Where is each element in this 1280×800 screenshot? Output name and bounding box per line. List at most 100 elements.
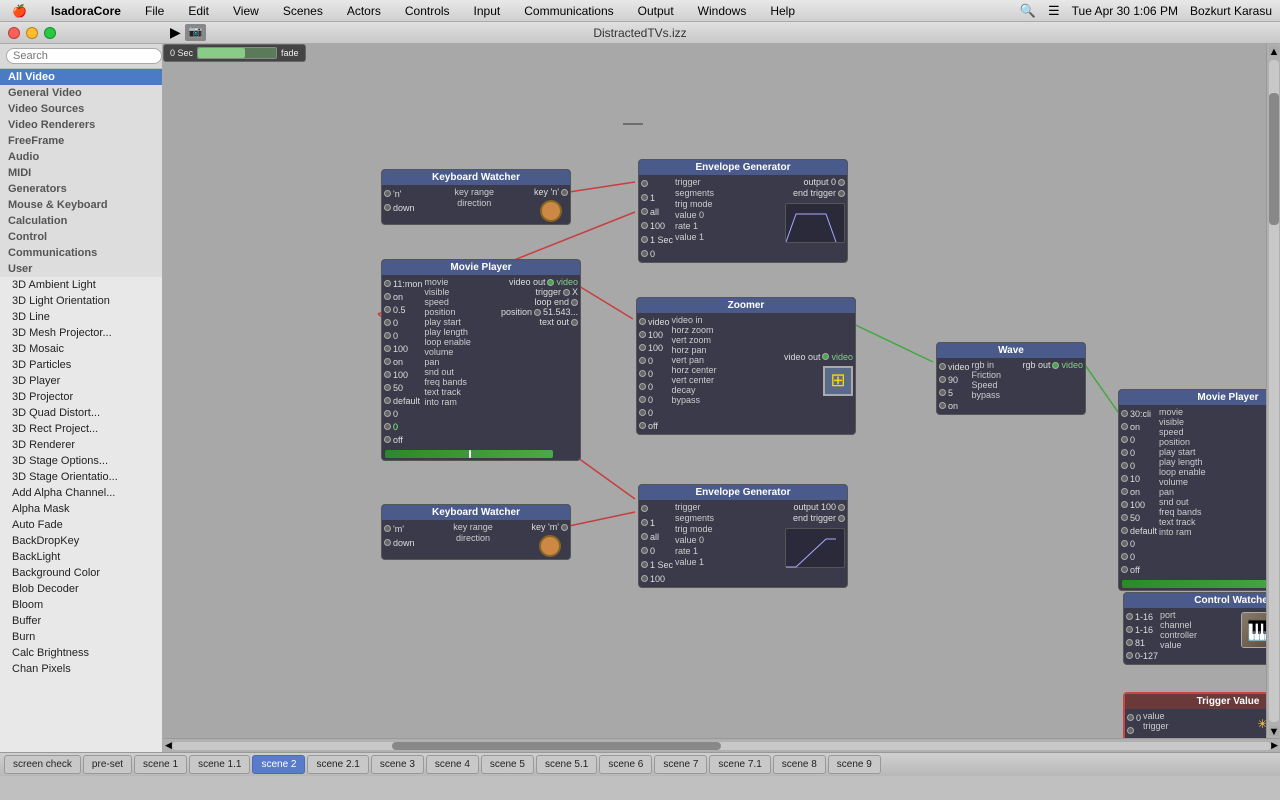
node-envelope-gen-1[interactable]: Envelope Generator 1 all 100 1 Sec 0 tri… xyxy=(638,159,848,263)
port-dot-out xyxy=(822,353,829,360)
vscroll-up-arrow[interactable]: ▲ xyxy=(1269,46,1279,56)
sidebar-item-4[interactable]: 3D Mosaic xyxy=(0,341,162,357)
canvas-vscroll[interactable]: ▲ ▼ xyxy=(1266,44,1280,738)
menu-communications[interactable]: Communications xyxy=(520,2,617,20)
toolbar-icon-2[interactable]: 📷 xyxy=(185,24,207,41)
scene-tab-scene1[interactable]: scene 1 xyxy=(134,755,187,774)
node-movie-player-1[interactable]: Movie Player 11:mon on 0.5 0 0 100 on 10… xyxy=(381,259,581,461)
node-wave[interactable]: Wave video 90 5 on rgb in Friction Speed xyxy=(936,342,1086,415)
rotary-knob[interactable] xyxy=(539,535,561,557)
menu-actors[interactable]: Actors xyxy=(343,2,385,20)
canvas-area[interactable]: 0 Sec fade Keyboard Watcher 'n' down xyxy=(163,44,1266,738)
sidebar-item-1[interactable]: 3D Light Orientation xyxy=(0,293,162,309)
menu-edit[interactable]: Edit xyxy=(184,2,213,20)
sidebar-category-generalvideo[interactable]: General Video xyxy=(0,85,162,101)
sidebar-item-6[interactable]: 3D Player xyxy=(0,373,162,389)
sidebar-category-communications[interactable]: Communications xyxy=(0,245,162,261)
scene-tab-scene4[interactable]: scene 4 xyxy=(426,755,479,774)
canvas-hscroll[interactable]: ◀ ▶ xyxy=(163,738,1280,752)
sidebar-category-midi[interactable]: MIDI xyxy=(0,165,162,181)
sidebar-item-3[interactable]: 3D Mesh Projector... xyxy=(0,325,162,341)
minimize-button[interactable] xyxy=(26,27,38,39)
sidebar-item-10[interactable]: 3D Renderer xyxy=(0,437,162,453)
hscroll-thumb[interactable] xyxy=(392,742,722,750)
sidebar-category-user[interactable]: User xyxy=(0,261,162,277)
menu-app[interactable]: IsadoraCore xyxy=(47,2,125,20)
menu-input[interactable]: Input xyxy=(470,2,505,20)
sidebar-item-23[interactable]: Calc Brightness xyxy=(0,645,162,661)
sidebar-item-16[interactable]: BackDropKey xyxy=(0,533,162,549)
text-track-label: text track xyxy=(424,387,499,397)
sidebar-item-7[interactable]: 3D Projector xyxy=(0,389,162,405)
node-title: Wave xyxy=(937,343,1085,358)
vscroll-thumb[interactable] xyxy=(1269,93,1279,225)
node-keyboard-watcher-1[interactable]: Keyboard Watcher 'n' down key range dire… xyxy=(381,169,571,225)
sidebar-item-0[interactable]: 3D Ambient Light xyxy=(0,277,162,293)
search-icon[interactable]: 🔍 xyxy=(1020,3,1036,19)
menu-output[interactable]: Output xyxy=(634,2,678,20)
scene-tab-scene11[interactable]: scene 1.1 xyxy=(189,755,250,774)
rotary-knob[interactable] xyxy=(540,200,562,222)
search-input[interactable] xyxy=(6,48,162,64)
sidebar-item-9[interactable]: 3D Rect Project... xyxy=(0,421,162,437)
sidebar-item-14[interactable]: Alpha Mask xyxy=(0,501,162,517)
sidebar-category-generators[interactable]: Generators xyxy=(0,181,162,197)
sidebar-category-videosources[interactable]: Video Sources xyxy=(0,101,162,117)
sidebar-item-11[interactable]: 3D Stage Options... xyxy=(0,453,162,469)
datetime-display: Tue Apr 30 1:06 PM xyxy=(1072,4,1178,18)
sidebar-item-19[interactable]: Blob Decoder xyxy=(0,581,162,597)
menu-view[interactable]: View xyxy=(229,2,263,20)
sidebar-item-2[interactable]: 3D Line xyxy=(0,309,162,325)
scene-tab-scene3[interactable]: scene 3 xyxy=(371,755,424,774)
sidebar-category-control[interactable]: Control xyxy=(0,229,162,245)
scene-tab-scene9[interactable]: scene 9 xyxy=(828,755,881,774)
menu-list-icon[interactable]: ☰ xyxy=(1048,3,1060,19)
sidebar-category-calculation[interactable]: Calculation xyxy=(0,213,162,229)
apple-menu[interactable]: 🍎 xyxy=(8,2,31,20)
sidebar-item-20[interactable]: Bloom xyxy=(0,597,162,613)
scene-tab-scene7[interactable]: scene 7 xyxy=(654,755,707,774)
sidebar-category-videorenderers[interactable]: Video Renderers xyxy=(0,117,162,133)
node-movie-player-2[interactable]: Movie Player 30:cli on 0 0 0 10 on 100 5… xyxy=(1118,389,1266,591)
scene-tab-scene6[interactable]: scene 6 xyxy=(599,755,652,774)
maximize-button[interactable] xyxy=(44,27,56,39)
scene-tab-scene21[interactable]: scene 2.1 xyxy=(307,755,368,774)
scene-tab-scene8[interactable]: scene 8 xyxy=(773,755,826,774)
sidebar-scroll[interactable]: All Video General Video Video Sources Vi… xyxy=(0,69,162,752)
close-button[interactable] xyxy=(8,27,20,39)
sidebar-category-freeframe[interactable]: FreeFrame xyxy=(0,133,162,149)
sidebar-item-12[interactable]: 3D Stage Orientatio... xyxy=(0,469,162,485)
hscroll-left-arrow[interactable]: ◀ xyxy=(165,740,172,751)
menu-scenes[interactable]: Scenes xyxy=(279,2,327,20)
node-trigger-value[interactable]: Trigger Value 0 value trigger ✳ xyxy=(1123,692,1266,738)
node-envelope-gen-2[interactable]: Envelope Generator 1 all 0 1 Sec 100 tri… xyxy=(638,484,848,588)
sidebar-item-13[interactable]: Add Alpha Channel... xyxy=(0,485,162,501)
sidebar-item-15[interactable]: Auto Fade xyxy=(0,517,162,533)
toolbar-icon-1[interactable]: ▶ xyxy=(170,24,181,41)
scene-tab-scene51[interactable]: scene 5.1 xyxy=(536,755,597,774)
sidebar-category-mousekeyboard[interactable]: Mouse & Keyboard xyxy=(0,197,162,213)
menu-file[interactable]: File xyxy=(141,2,168,20)
node-control-watcher[interactable]: Control Watcher 1-16 1-16 81 0-127 port … xyxy=(1123,592,1266,665)
sidebar-item-24[interactable]: Chan Pixels xyxy=(0,661,162,677)
scene-tab-preset[interactable]: pre-set xyxy=(83,755,132,774)
node-keyboard-watcher-2[interactable]: Keyboard Watcher 'm' down key range dire… xyxy=(381,504,571,560)
menu-windows[interactable]: Windows xyxy=(694,2,751,20)
scene-tab-scene5[interactable]: scene 5 xyxy=(481,755,534,774)
sidebar-item-17[interactable]: BackLight xyxy=(0,549,162,565)
scene-tab-screencheck[interactable]: screen check xyxy=(4,755,81,774)
scene-tab-scene71[interactable]: scene 7.1 xyxy=(709,755,770,774)
scene-tab-scene2[interactable]: scene 2 xyxy=(252,755,305,774)
sidebar-item-5[interactable]: 3D Particles xyxy=(0,357,162,373)
sidebar-item-21[interactable]: Buffer xyxy=(0,613,162,629)
sidebar-item-18[interactable]: Background Color xyxy=(0,565,162,581)
sidebar-item-22[interactable]: Burn xyxy=(0,629,162,645)
menu-help[interactable]: Help xyxy=(766,2,799,20)
node-zoomer[interactable]: Zoomer video 100 100 0 0 0 0 0 off xyxy=(636,297,856,435)
menu-controls[interactable]: Controls xyxy=(401,2,454,20)
sidebar-category-audio[interactable]: Audio xyxy=(0,149,162,165)
vscroll-down-arrow[interactable]: ▼ xyxy=(1269,726,1279,736)
hscroll-right-arrow[interactable]: ▶ xyxy=(1271,740,1278,751)
sidebar-item-8[interactable]: 3D Quad Distort... xyxy=(0,405,162,421)
sidebar-category-allvideo[interactable]: All Video xyxy=(0,69,162,85)
